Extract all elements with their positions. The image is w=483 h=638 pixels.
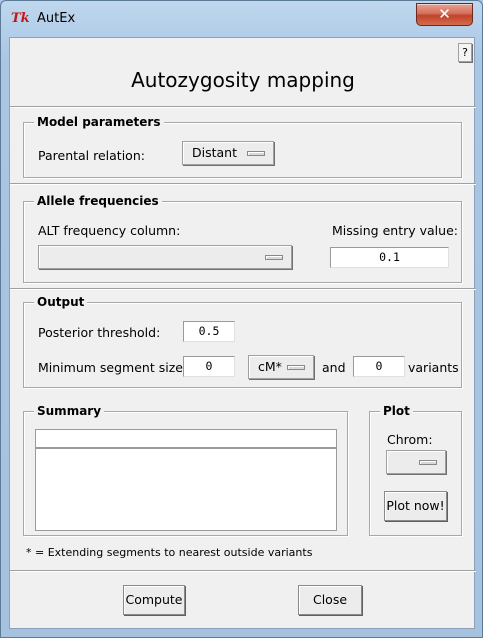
parental-relation-label: Parental relation: [38,148,145,163]
parental-relation-menu[interactable]: Distant [182,141,274,165]
close-button[interactable]: Close [298,585,362,615]
parental-relation-value: Distant [192,145,237,160]
page-title: Autozygosity mapping [131,68,355,92]
menu-indicator-icon [287,365,305,370]
allele-frequencies-label: Allele frequencies [34,194,162,208]
and-label: and [322,360,346,375]
segment-unit-value: cM* [258,359,282,374]
alt-column-menu[interactable] [38,245,292,269]
footnote: * = Extending segments to nearest outsid… [26,546,313,559]
window-title: AutEx [37,11,76,26]
tk-feather-icon: Tk [11,11,30,26]
chrom-menu[interactable] [386,450,446,474]
model-parameters-group: Model parameters Parental relation: Dist… [23,115,462,178]
missing-entry-input[interactable]: 0.1 [330,247,449,268]
posterior-threshold-input[interactable]: 0.5 [183,321,235,342]
model-parameters-label: Model parameters [34,115,164,129]
alt-column-label: ALT frequency column: [38,223,181,238]
allele-frequencies-group: Allele frequencies ALT frequency column:… [23,194,462,283]
min-variants-input[interactable]: 0 [353,356,405,377]
dialog-body: ? Autozygosity mapping Model parameters … [9,37,476,629]
output-group: Output Posterior threshold: 0.5 Minimum … [23,295,462,388]
help-button[interactable]: ? [458,43,472,62]
summary-group: Summary [23,404,348,536]
title-bar[interactable]: Tk AutEx ✕ [1,1,482,35]
plot-label: Plot [380,404,413,418]
separator [10,570,476,572]
summary-text-area[interactable] [35,448,337,531]
min-segment-input[interactable]: 0 [183,356,235,377]
summary-label: Summary [34,404,105,418]
window-frame: Tk AutEx ✕ ? Autozygosity mapping Model … [0,0,483,638]
menu-indicator-icon [247,151,265,156]
plot-now-button[interactable]: Plot now! [384,491,447,521]
min-segment-label: Minimum segment size: [38,360,188,375]
variants-label: variants [408,360,459,375]
menu-indicator-icon [419,460,437,465]
close-icon: ✕ [438,5,451,23]
chrom-label: Chrom: [387,432,433,447]
separator [10,288,476,290]
plot-group: Plot Chrom: Plot now! [369,404,462,536]
output-label: Output [34,295,88,309]
compute-button[interactable]: Compute [123,585,185,615]
window-close-button[interactable]: ✕ [416,3,473,26]
posterior-threshold-label: Posterior threshold: [38,325,161,340]
separator [10,106,476,108]
summary-header-field[interactable] [35,429,337,448]
segment-unit-menu[interactable]: cM* [248,355,314,379]
missing-entry-label: Missing entry value: [332,223,458,238]
menu-indicator-icon [265,255,283,260]
separator [10,183,476,185]
